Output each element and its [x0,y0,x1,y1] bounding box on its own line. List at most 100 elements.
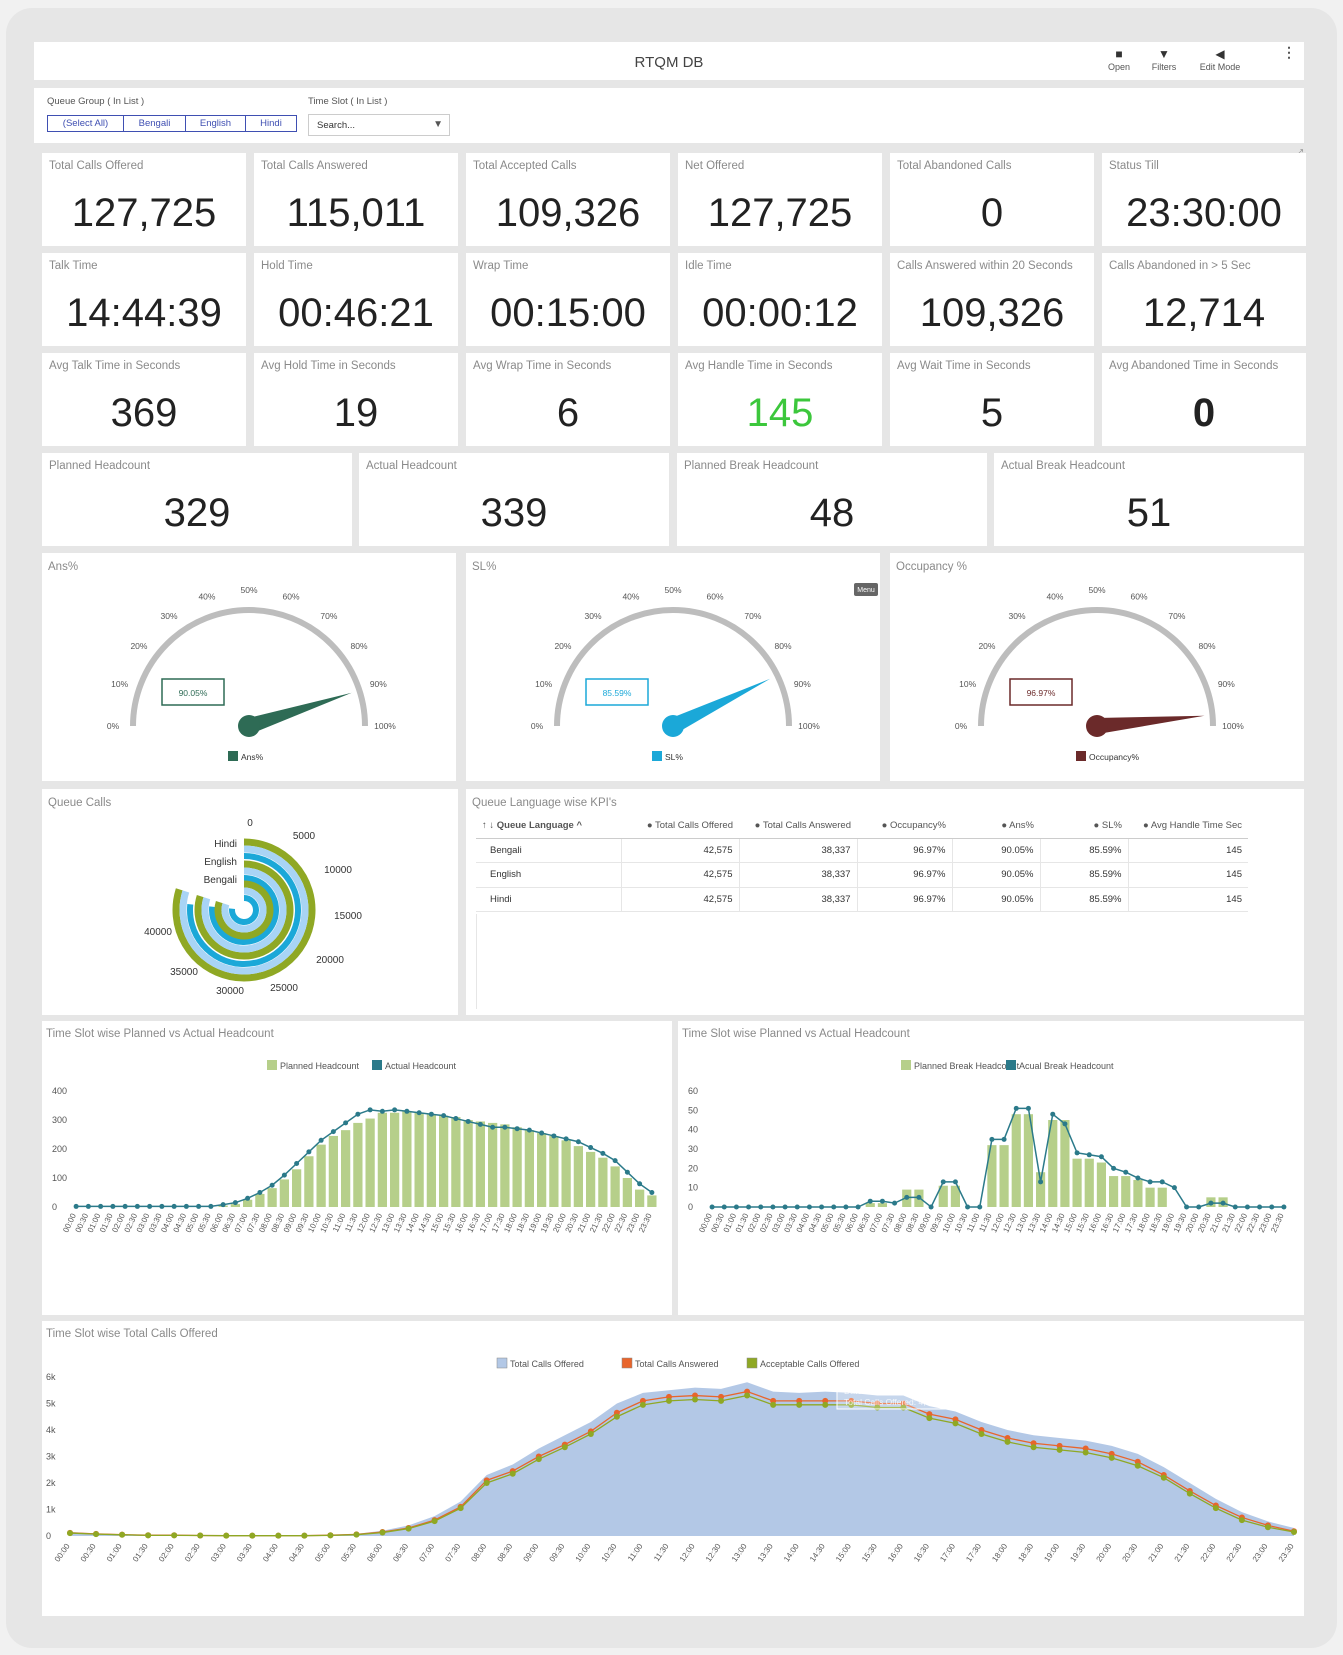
data-point[interactable] [1098,1154,1104,1160]
data-point[interactable] [588,1145,594,1151]
data-point[interactable] [692,1396,699,1403]
data-point[interactable] [665,1397,672,1404]
table-column-header[interactable]: ● Total Calls Offered [621,814,739,839]
legend-label[interactable]: Total Calls Offered [510,1359,584,1369]
data-point[interactable] [1160,1474,1167,1481]
data-point[interactable] [978,1430,985,1437]
data-point[interactable] [245,1195,251,1201]
data-point[interactable] [353,1531,360,1538]
data-point[interactable] [159,1203,165,1209]
table-column-header[interactable]: ● Ans% [952,814,1040,839]
data-point[interactable] [796,1401,803,1408]
data-point[interactable] [526,1127,532,1133]
data-point[interactable] [744,1392,751,1399]
data-point[interactable] [306,1149,312,1155]
data-point[interactable] [1186,1490,1193,1497]
data-point[interactable] [612,1158,618,1164]
data-point[interactable] [318,1137,324,1143]
data-point[interactable] [379,1108,385,1114]
data-point[interactable] [794,1204,800,1210]
filters-button[interactable]: ▼ Filters [1139,46,1189,72]
data-point[interactable] [1074,1150,1080,1156]
bar[interactable] [341,1130,351,1207]
bar[interactable] [1084,1158,1094,1207]
data-point[interactable] [281,1172,287,1178]
bar[interactable] [292,1169,302,1207]
bar[interactable] [1121,1176,1131,1207]
data-point[interactable] [926,1415,933,1422]
data-point[interactable] [989,1136,995,1142]
data-point[interactable] [67,1530,73,1537]
open-button[interactable]: ■ Open [1094,46,1144,72]
bar[interactable] [524,1130,534,1207]
data-point[interactable] [539,1130,545,1136]
bar[interactable] [304,1156,314,1207]
data-point[interactable] [134,1203,140,1209]
bar[interactable] [610,1166,620,1207]
bar[interactable] [622,1178,632,1207]
data-point[interactable] [1134,1462,1141,1469]
data-point[interactable] [490,1124,496,1130]
data-point[interactable] [196,1203,202,1209]
bar[interactable] [414,1112,424,1207]
data-point[interactable] [1123,1169,1129,1175]
data-point[interactable] [600,1150,606,1156]
data-point[interactable] [1111,1165,1117,1171]
data-point[interactable] [327,1532,334,1539]
edit-mode-button[interactable]: ◀ Edit Mode [1191,46,1249,72]
data-point[interactable] [916,1194,922,1200]
data-point[interactable] [904,1194,910,1200]
bar[interactable] [549,1135,559,1207]
data-point[interactable] [232,1200,238,1206]
data-point[interactable] [392,1107,398,1113]
bar[interactable] [439,1115,449,1207]
data-point[interactable] [1257,1204,1263,1210]
legend-label[interactable]: Acual Break Headcount [1019,1061,1114,1071]
data-point[interactable] [367,1107,373,1113]
data-point[interactable] [330,1129,336,1135]
data-point[interactable] [637,1181,643,1187]
bar[interactable] [537,1133,547,1207]
data-point[interactable] [1291,1529,1297,1536]
bar[interactable] [426,1114,436,1207]
data-point[interactable] [1281,1204,1287,1210]
data-point[interactable] [1013,1105,1019,1111]
data-point[interactable] [721,1204,727,1210]
data-point[interactable] [1004,1438,1011,1445]
data-point[interactable] [782,1204,788,1210]
data-point[interactable] [1171,1185,1177,1191]
data-point[interactable] [514,1126,520,1132]
data-point[interactable] [613,1413,620,1420]
bar[interactable] [647,1195,657,1207]
data-point[interactable] [819,1204,825,1210]
data-point[interactable] [73,1203,79,1209]
queue-option-select-all[interactable]: (Select All) [48,116,124,131]
data-point[interactable] [952,1420,959,1427]
data-point[interactable] [431,1518,438,1525]
data-point[interactable] [197,1532,204,1539]
data-point[interactable] [649,1190,655,1195]
data-point[interactable] [145,1532,152,1539]
data-point[interactable] [457,1505,464,1512]
data-point[interactable] [806,1204,812,1210]
data-point[interactable] [379,1529,386,1536]
bar[interactable] [365,1118,375,1207]
data-point[interactable] [855,1204,861,1210]
data-point[interactable] [733,1204,739,1210]
data-point[interactable] [465,1118,471,1124]
bar[interactable] [586,1151,596,1207]
data-point[interactable] [1264,1524,1271,1531]
bar[interactable] [512,1127,522,1207]
data-point[interactable] [1196,1204,1202,1210]
data-point[interactable] [952,1179,958,1185]
data-point[interactable] [977,1204,983,1210]
data-point[interactable] [1062,1121,1068,1127]
data-point[interactable] [746,1204,752,1210]
data-point[interactable] [770,1401,777,1408]
data-point[interactable] [563,1136,569,1142]
bar[interactable] [573,1146,583,1207]
bar[interactable] [1011,1114,1021,1207]
data-point[interactable] [275,1532,282,1539]
data-point[interactable] [770,1204,776,1210]
bar[interactable] [475,1121,485,1207]
